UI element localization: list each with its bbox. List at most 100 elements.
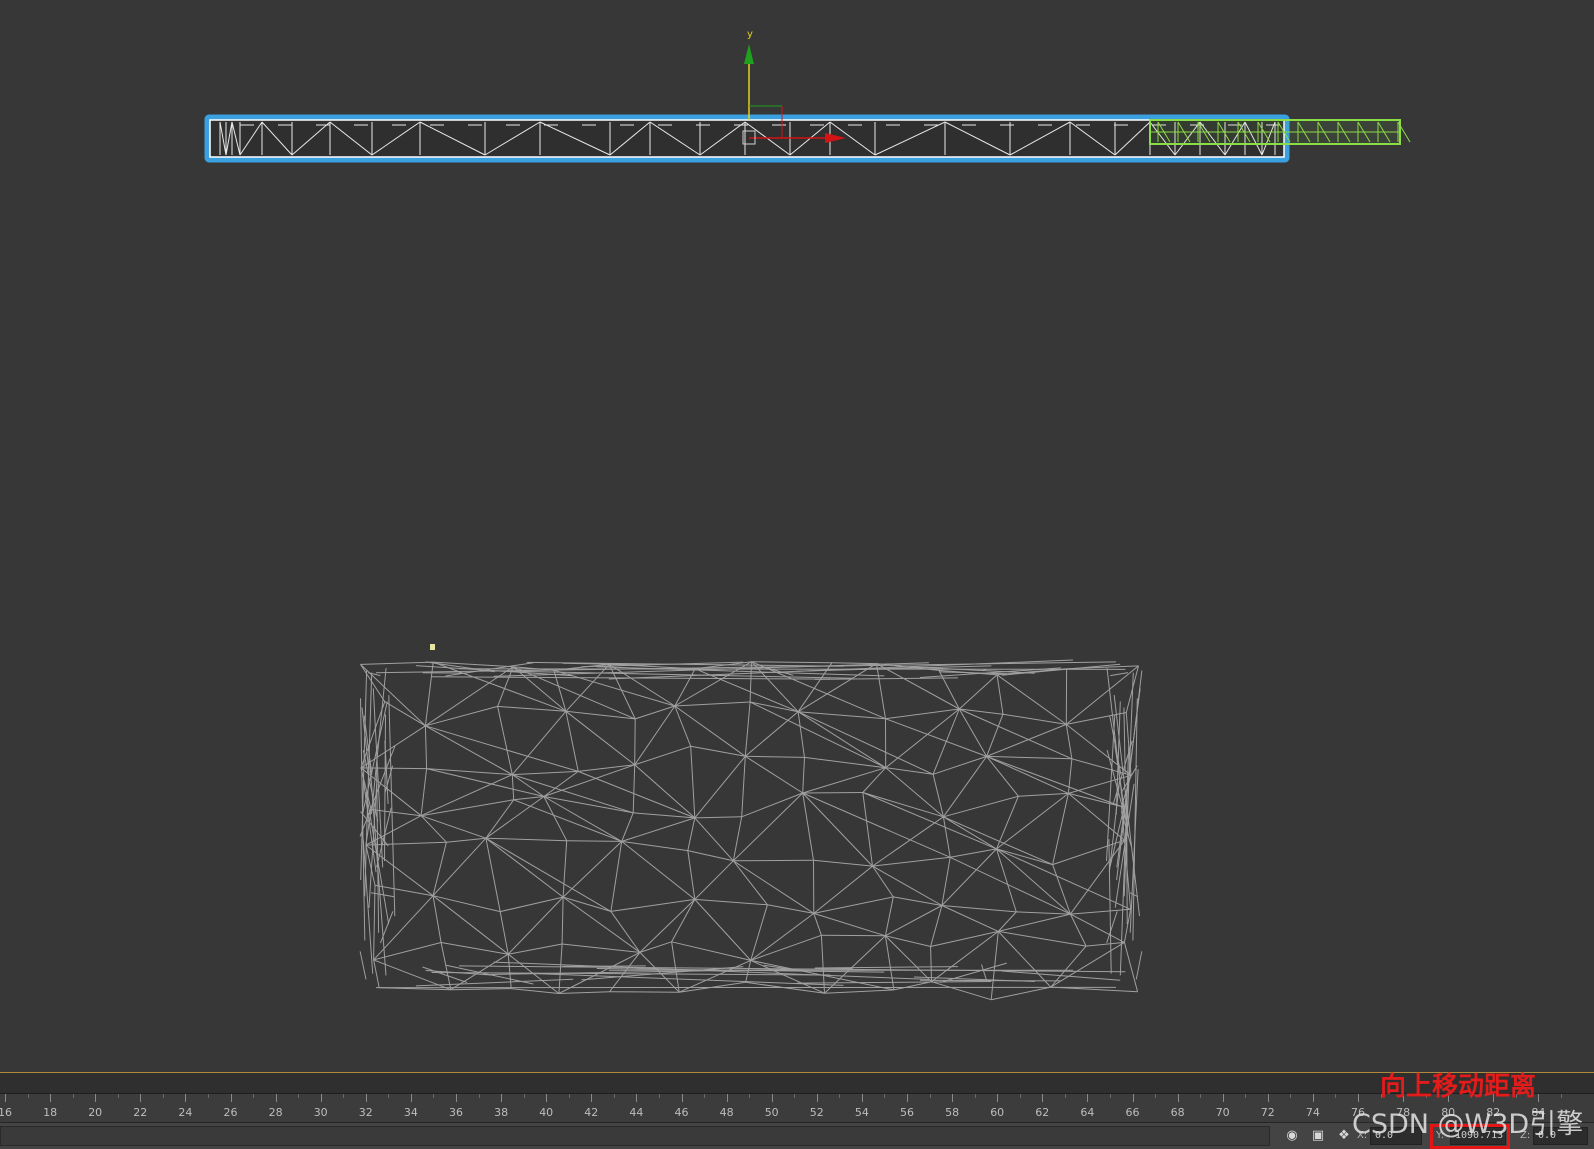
mesh-edge xyxy=(526,661,844,667)
mesh-edge xyxy=(632,764,636,813)
mesh-edge xyxy=(634,764,696,819)
mesh-edge xyxy=(862,792,944,818)
mesh-edge xyxy=(694,899,752,961)
mesh-edge xyxy=(943,795,1019,818)
timeline-frame-label: 36 xyxy=(449,1106,463,1119)
mesh-edge xyxy=(986,723,1067,757)
selection-mode-icon[interactable]: ❖ xyxy=(1336,1128,1352,1144)
mesh-edge xyxy=(621,812,634,842)
viewport-canvas[interactable]: y xyxy=(0,0,1594,1072)
timeline-ruler[interactable]: 16 18 20 22 24 26 28 30 32 34 36 38 40 42 44 46 48 50 52 54… xyxy=(0,1093,1594,1122)
mesh-edge xyxy=(371,809,422,817)
mesh-edge xyxy=(996,848,1071,915)
mesh-edge xyxy=(824,989,894,994)
mesh-edge xyxy=(558,943,563,994)
mesh-edge xyxy=(802,767,886,794)
timeline-tick-minor xyxy=(162,1094,164,1098)
mesh-edge xyxy=(885,935,931,947)
timeline-frame-label: 56 xyxy=(900,1106,914,1119)
timeline-tick xyxy=(1222,1094,1224,1102)
timeline-tick xyxy=(95,1094,97,1102)
mesh-edge xyxy=(633,812,695,819)
pin-icon[interactable]: ◉ xyxy=(1284,1128,1300,1144)
mesh-edge xyxy=(562,943,640,953)
mesh-edge xyxy=(507,954,512,989)
lock-icon[interactable]: ▣ xyxy=(1310,1128,1326,1144)
wireframe-mesh-object[interactable] xyxy=(359,659,1143,1001)
mesh-edge xyxy=(862,792,873,867)
x-coord-label: X: xyxy=(1357,1130,1368,1141)
mesh-edge xyxy=(543,770,579,797)
mesh-edge xyxy=(796,981,992,984)
timeline-tick-minor xyxy=(1155,1094,1157,1098)
top-viewport[interactable]: y xyxy=(0,0,1594,1072)
status-bar: ◉ ▣ ❖ X: 0.0 Y: 1090.713 Z: 0.0 xyxy=(0,1122,1594,1149)
timeline-tick-minor xyxy=(388,1094,390,1098)
y-coord-field[interactable]: 1090.713 xyxy=(1450,1127,1506,1145)
mesh-edge xyxy=(565,710,636,720)
x-coord-field[interactable]: 0.0 xyxy=(1370,1127,1422,1145)
selected-truss-object[interactable] xyxy=(204,114,1290,163)
mesh-edge xyxy=(512,770,579,776)
timeline-tick-minor xyxy=(207,1094,209,1098)
mesh-edge xyxy=(1065,724,1132,776)
mesh-edge xyxy=(744,711,799,757)
mesh-edge xyxy=(497,706,513,775)
mesh-edge xyxy=(872,865,894,898)
mesh-edge xyxy=(796,665,992,672)
mesh-edge xyxy=(562,840,568,898)
mesh-edge xyxy=(432,837,487,897)
timeline-tick-minor xyxy=(613,1094,615,1098)
mesh-edge xyxy=(745,755,803,794)
mesh-edge xyxy=(744,701,751,757)
mesh-edge xyxy=(425,725,579,772)
mesh-edge xyxy=(991,986,1051,1001)
timeline-tick-minor xyxy=(1200,1094,1202,1098)
mesh-edge xyxy=(931,981,992,1001)
timeline-tick-minor xyxy=(433,1094,435,1098)
timeline-tick xyxy=(1267,1094,1269,1102)
timeline-tick xyxy=(185,1094,187,1102)
gizmo-y-arrow-icon[interactable] xyxy=(744,44,754,64)
timeline-tick xyxy=(771,1094,773,1102)
mesh-edge xyxy=(565,710,636,766)
mesh-edge xyxy=(998,913,1071,932)
timeline-frame-label: 50 xyxy=(764,1106,779,1119)
timeline-frame-label: 16 xyxy=(0,1106,12,1119)
mesh-edge xyxy=(862,792,997,850)
mesh-edge xyxy=(872,856,951,867)
timeline-frame-label: 52 xyxy=(809,1106,824,1119)
timeline-frame-label: 60 xyxy=(990,1106,1005,1119)
mesh-edge xyxy=(1070,908,1131,915)
timeline-slider[interactable]: 16 18 20 22 24 26 28 30 32 34 36 38 40 42 44 46 48 50 52 54… xyxy=(0,1072,1594,1122)
mesh-edge xyxy=(749,661,752,703)
mesh-edge xyxy=(441,942,509,955)
z-coord-field[interactable]: 0.0 xyxy=(1533,1127,1588,1145)
green-box-object[interactable] xyxy=(1149,119,1411,145)
mesh-edge xyxy=(813,912,886,937)
mesh-edge xyxy=(485,799,515,839)
timeline-frame-label: 76 xyxy=(1351,1106,1365,1119)
mesh-edge xyxy=(745,755,805,758)
timeline-tick xyxy=(501,1094,503,1102)
mesh-edge xyxy=(996,674,1067,725)
timeline-tick-minor xyxy=(658,1094,660,1098)
timeline-tick-minor xyxy=(1335,1094,1337,1098)
timeline-frame-label: 70 xyxy=(1215,1106,1230,1119)
z-coord-label: Z: xyxy=(1520,1130,1531,1141)
mesh-edge xyxy=(432,895,442,943)
mesh-edge xyxy=(1135,951,1143,980)
mesh-edge xyxy=(885,767,944,818)
timeline-frame-label: 46 xyxy=(674,1106,689,1119)
mesh-edge xyxy=(690,745,746,757)
mesh-edge xyxy=(485,838,501,912)
timeline-frame-label: 28 xyxy=(268,1106,283,1119)
mesh-edge xyxy=(420,768,428,816)
timeline-tick xyxy=(816,1094,818,1102)
timeline-tick xyxy=(1538,1094,1540,1102)
mesh-edge xyxy=(797,711,886,769)
timeline-tick xyxy=(952,1094,954,1102)
mesh-edge xyxy=(694,860,734,900)
mesh-edge xyxy=(930,905,943,947)
mesh-edge xyxy=(741,756,746,817)
